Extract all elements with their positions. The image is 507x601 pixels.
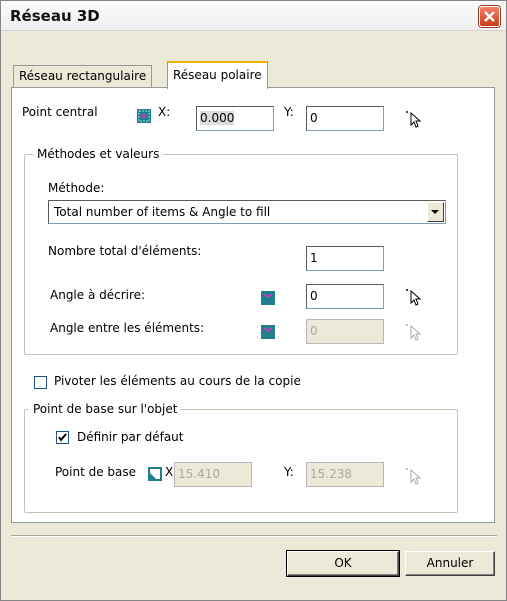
checkmark-icon xyxy=(58,433,67,442)
center-x-input[interactable]: 0.000 xyxy=(196,106,274,131)
angle-between-pick-icon xyxy=(261,325,275,339)
angle-between-label: Angle entre les éléments: xyxy=(50,321,205,335)
angle-fill-label: Angle à décrire: xyxy=(50,288,146,302)
close-button[interactable] xyxy=(479,6,500,27)
footer-separator xyxy=(11,535,497,537)
methods-group-title: Méthodes et valeurs xyxy=(33,147,164,161)
total-items-input[interactable]: 1 xyxy=(306,246,384,271)
close-icon xyxy=(484,11,495,22)
center-x-label: X: xyxy=(158,105,171,119)
base-point-group-title: Point de base sur l'objet xyxy=(29,402,182,416)
dropdown-arrow-button[interactable] xyxy=(427,202,444,222)
tab-rectangular-array[interactable]: Réseau rectangulaire xyxy=(13,65,153,87)
cursor-pick-icon[interactable] xyxy=(406,110,422,128)
tab-polar-array[interactable]: Réseau polaire xyxy=(167,61,268,89)
total-items-label: Nombre total d'éléments: xyxy=(48,244,202,258)
base-point-group xyxy=(24,409,458,513)
angle-fill-pick-icon[interactable] xyxy=(261,291,275,305)
rotate-items-checkbox[interactable] xyxy=(34,376,47,389)
rotate-items-label: Pivoter les éléments au cours de la copi… xyxy=(54,374,301,388)
chevron-down-icon xyxy=(431,210,439,214)
angle-between-cursor-icon xyxy=(406,324,422,341)
center-y-input[interactable]: 0 xyxy=(306,106,384,131)
method-label: Méthode: xyxy=(48,181,105,195)
window-title: Réseau 3D xyxy=(10,7,100,25)
angle-fill-cursor-icon[interactable] xyxy=(406,288,422,306)
base-point-label: Point de base xyxy=(55,465,137,479)
pick-center-point-icon[interactable] xyxy=(137,109,151,123)
base-y-input: 15.238 xyxy=(306,462,384,487)
default-checkbox[interactable] xyxy=(56,431,69,444)
base-x-input: 15.410 xyxy=(174,462,252,487)
ok-button[interactable]: OK xyxy=(286,550,400,577)
array-3d-dialog: Réseau 3D Réseau rectangulaire Réseau po… xyxy=(0,0,507,601)
angle-fill-input[interactable]: 0 xyxy=(306,284,384,309)
cancel-button[interactable]: Annuler xyxy=(405,551,495,576)
base-point-pick-icon xyxy=(148,467,162,481)
center-point-label: Point central xyxy=(22,105,98,119)
title-bar: Réseau 3D xyxy=(1,1,506,31)
base-y-label: Y: xyxy=(284,465,294,479)
angle-between-input: 0 xyxy=(306,319,384,344)
center-y-label: Y: xyxy=(284,105,294,119)
method-select[interactable]: Total number of items & Angle to fill xyxy=(48,200,446,224)
base-point-cursor-icon xyxy=(406,468,422,485)
default-label: Définir par défaut xyxy=(77,430,184,444)
method-select-value: Total number of items & Angle to fill xyxy=(54,205,271,219)
